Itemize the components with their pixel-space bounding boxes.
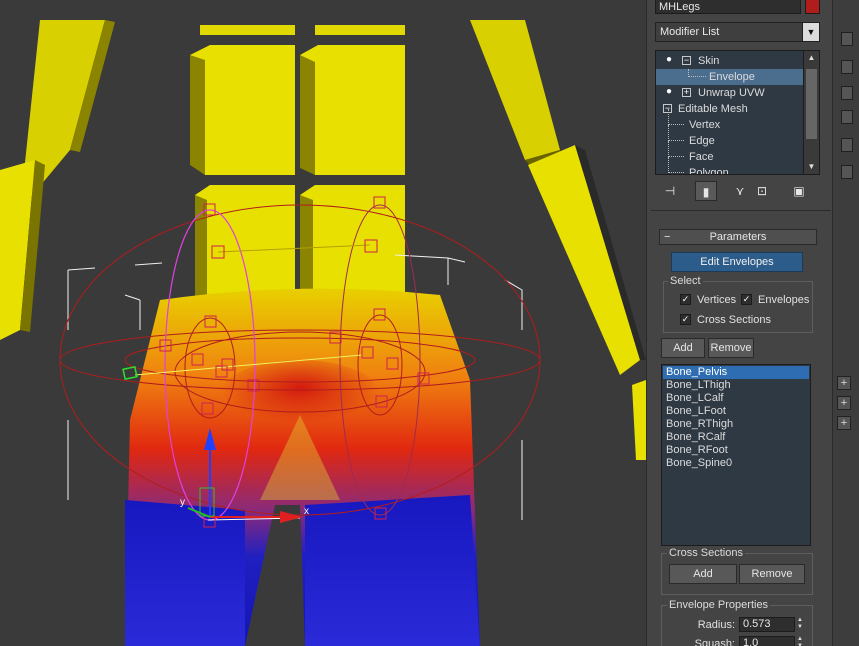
axis-label-x: x xyxy=(304,506,309,517)
cross-sections-checkbox[interactable]: ✓ xyxy=(680,314,691,325)
expand-icon[interactable]: + xyxy=(837,376,851,390)
stack-item-skin[interactable]: ● − Skin xyxy=(656,53,803,69)
scroll-down-icon[interactable]: ▼ xyxy=(804,160,819,174)
tree-connector xyxy=(688,69,706,77)
tree-connector xyxy=(668,157,684,173)
radius-spinner-input[interactable]: 0.573 xyxy=(739,617,795,632)
scroll-up-icon[interactable]: ▲ xyxy=(804,51,819,65)
bone-item-lfoot[interactable]: Bone_LFoot xyxy=(663,405,809,418)
make-unique-icon[interactable]: ⋎ xyxy=(729,181,751,201)
stack-toolbar: ⊣ ▮ ⋎ ⊡ ▣ xyxy=(655,181,820,203)
expand-icon[interactable]: + xyxy=(682,88,691,97)
configure-modifier-sets-icon[interactable]: ▣ xyxy=(788,181,810,201)
bone-item-rfoot[interactable]: Bone_RFoot xyxy=(663,444,809,457)
stack-item-label: Edge xyxy=(689,135,715,147)
cross-sections-group-label: Cross Sections xyxy=(667,547,745,559)
right-arm-mesh xyxy=(470,20,646,460)
cross-sections-check-label: Cross Sections xyxy=(697,314,771,326)
modifier-stack[interactable]: ● − Skin Envelope ● + Unwrap UVW − Edita… xyxy=(655,50,820,175)
stack-item-label: Vertex xyxy=(689,119,721,131)
lightbulb-icon[interactable]: ● xyxy=(666,55,674,65)
stack-item-label: Unwrap UVW xyxy=(698,87,765,99)
collapse-icon[interactable]: − xyxy=(682,56,691,65)
scrollbar-thumb[interactable] xyxy=(806,69,817,139)
collapse-icon: − xyxy=(664,231,671,243)
squash-spinner-input[interactable]: 1.0 xyxy=(739,636,795,646)
select-group-label: Select xyxy=(668,275,703,287)
chevron-down-icon[interactable]: ▼ xyxy=(802,23,819,41)
bone-item-rthigh[interactable]: Bone_RThigh xyxy=(663,418,809,431)
squash-spinner-arrows-icon[interactable]: ▲ ▼ xyxy=(795,636,805,646)
bone-list[interactable]: Bone_Pelvis Bone_LThigh Bone_LCalf Bone_… xyxy=(661,364,811,546)
tree-connector xyxy=(668,141,684,157)
modifier-list-label: Modifier List xyxy=(660,26,720,38)
stack-item-label: Envelope xyxy=(709,71,755,83)
vertices-checkbox[interactable]: ✓ xyxy=(680,294,691,305)
object-color-swatch[interactable] xyxy=(805,0,820,14)
stack-item-label: Polygon xyxy=(689,167,729,175)
stack-item-label: Skin xyxy=(698,55,720,67)
divider xyxy=(651,210,831,211)
bone-item-pelvis[interactable]: Bone_Pelvis xyxy=(663,366,809,379)
bone-item-spine0[interactable]: Bone_Spine0 xyxy=(663,457,809,470)
remove-modifier-icon[interactable]: ⊡ xyxy=(751,181,773,201)
bone-item-lcalf[interactable]: Bone_LCalf xyxy=(663,392,809,405)
tree-connector xyxy=(668,109,684,125)
viewport-scene: y x xyxy=(0,20,646,646)
strip-button[interactable] xyxy=(841,86,853,100)
object-name-field[interactable]: MHLegs xyxy=(655,0,801,14)
left-arm-mesh xyxy=(0,20,115,340)
hips-mesh xyxy=(125,288,480,646)
pin-stack-icon[interactable]: ⊣ xyxy=(659,181,681,201)
stack-item-polygon[interactable]: Polygon xyxy=(656,157,803,175)
bone-item-lthigh[interactable]: Bone_LThigh xyxy=(663,379,809,392)
perspective-viewport[interactable]: y x xyxy=(0,0,646,646)
edit-envelopes-button[interactable]: Edit Envelopes xyxy=(671,252,803,272)
bone-item-rcalf[interactable]: Bone_RCalf xyxy=(663,431,809,444)
show-end-result-icon[interactable]: ▮ xyxy=(695,181,717,201)
strip-button[interactable] xyxy=(841,165,853,179)
strip-button[interactable] xyxy=(841,138,853,152)
envelope-properties-label: Envelope Properties xyxy=(667,599,771,611)
stack-item-unwrap-uvw[interactable]: ● + Unwrap UVW xyxy=(656,85,803,101)
stack-item-label: Editable Mesh xyxy=(678,103,748,115)
squash-label: Squash: xyxy=(694,638,735,646)
cross-section-remove-button[interactable]: Remove xyxy=(739,564,805,584)
parameters-rollout-header[interactable]: − Parameters xyxy=(659,229,817,245)
adjacent-panel-strip: + + + xyxy=(832,0,859,646)
tree-connector xyxy=(668,125,684,141)
envelopes-label: Envelopes xyxy=(758,294,810,306)
axis-label-y: y xyxy=(180,497,185,508)
add-bone-button[interactable]: Add xyxy=(661,338,705,358)
cross-section-add-button[interactable]: Add xyxy=(669,564,737,584)
strip-button[interactable] xyxy=(841,110,853,124)
expand-icon[interactable]: + xyxy=(837,416,851,430)
stack-item-label: Face xyxy=(689,151,714,163)
stack-item-envelope[interactable]: Envelope xyxy=(656,69,803,85)
strip-button[interactable] xyxy=(841,60,853,74)
modifier-list-dropdown[interactable]: Modifier List ▼ xyxy=(655,22,820,42)
bone-start-handle xyxy=(122,365,138,381)
expand-icon[interactable]: + xyxy=(837,396,851,410)
radius-label: Radius: xyxy=(697,619,735,631)
strip-button[interactable] xyxy=(841,32,853,46)
stack-scrollbar[interactable]: ▲ ▼ xyxy=(803,51,819,174)
vertices-label: Vertices xyxy=(697,294,737,306)
rollout-title: Parameters xyxy=(709,231,767,243)
command-panel: MHLegs Modifier List ▼ ● − Skin Envelope… xyxy=(646,0,859,646)
remove-bone-button[interactable]: Remove xyxy=(708,338,754,358)
envelopes-checkbox[interactable]: ✓ xyxy=(741,294,752,305)
torso-mesh xyxy=(190,25,405,310)
lightbulb-icon[interactable]: ● xyxy=(666,87,674,97)
radius-spinner-arrows-icon[interactable]: ▲ ▼ xyxy=(795,617,805,632)
